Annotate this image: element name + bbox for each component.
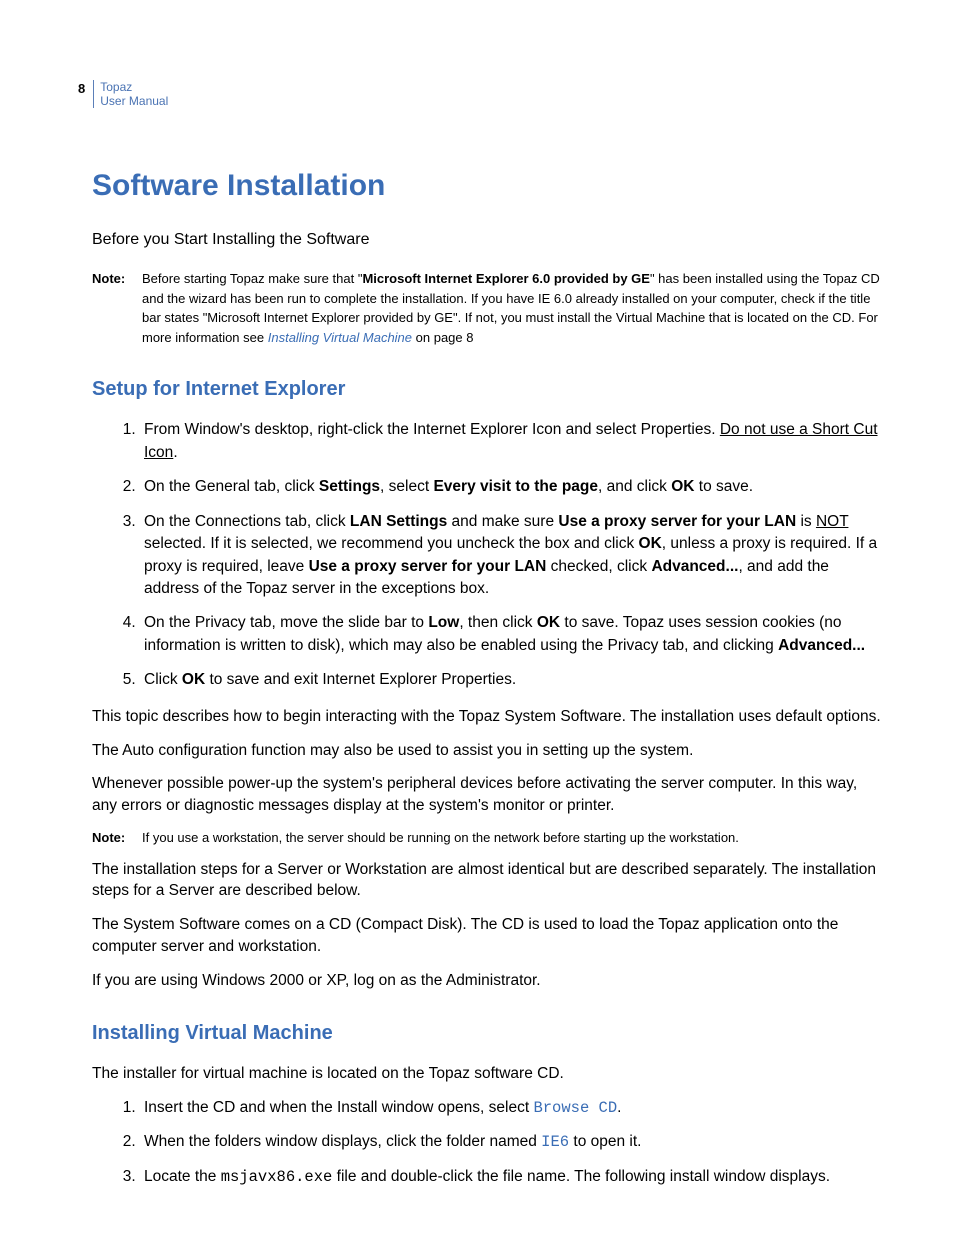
main-heading: Software Installation: [92, 165, 886, 207]
vm-steps-list: Insert the CD and when the Install windo…: [92, 1097, 886, 1188]
body-para-6: If you are using Windows 2000 or XP, log…: [92, 970, 886, 992]
doc-title: Topaz User Manual: [100, 80, 168, 109]
vm-step-1: Insert the CD and when the Install windo…: [140, 1097, 886, 1119]
ie-step-1: From Window's desktop, right-click the I…: [140, 419, 886, 464]
header-divider: [93, 80, 94, 108]
body-para-1: This topic describes how to begin intera…: [92, 706, 886, 728]
subtitle: Before you Start Installing the Software: [92, 229, 886, 251]
note-block-1: Note: Before starting Topaz make sure th…: [92, 269, 886, 347]
vm-step-2: When the folders window displays, click …: [140, 1131, 886, 1153]
page-header: 8 Topaz User Manual: [78, 80, 886, 109]
ie-step-3: On the Connections tab, click LAN Settin…: [140, 511, 886, 601]
body-para-3: Whenever possible power-up the system's …: [92, 773, 886, 816]
ie-steps-list: From Window's desktop, right-click the I…: [92, 419, 886, 692]
section-heading-vm: Installing Virtual Machine: [92, 1019, 886, 1047]
body-para-5: The System Software comes on a CD (Compa…: [92, 914, 886, 957]
ie-step-4: On the Privacy tab, move the slide bar t…: [140, 612, 886, 657]
note-label-2: Note:: [92, 829, 142, 847]
ie-step-2: On the General tab, click Settings, sele…: [140, 476, 886, 498]
body-para-4: The installation steps for a Server or W…: [92, 859, 886, 902]
page: 8 Topaz User Manual Software Installatio…: [0, 0, 954, 1242]
doc-title-line1: Topaz: [100, 80, 132, 94]
note-block-2: Note: If you use a workstation, the serv…: [92, 829, 886, 847]
ie-step-5: Click OK to save and exit Internet Explo…: [140, 669, 886, 691]
doc-title-line2: User Manual: [100, 94, 168, 108]
note-body-2: If you use a workstation, the server sho…: [142, 829, 739, 847]
vm-step-3: Locate the msjavx86.exe file and double-…: [140, 1166, 886, 1188]
body-para-2: The Auto configuration function may also…: [92, 740, 886, 762]
vm-intro: The installer for virtual machine is loc…: [92, 1063, 886, 1085]
note-label: Note:: [92, 269, 142, 347]
cross-reference-link[interactable]: Installing Virtual Machine: [268, 330, 412, 345]
note-body: Before starting Topaz make sure that "Mi…: [142, 269, 886, 347]
section-heading-ie: Setup for Internet Explorer: [92, 375, 886, 403]
page-number: 8: [78, 80, 85, 98]
